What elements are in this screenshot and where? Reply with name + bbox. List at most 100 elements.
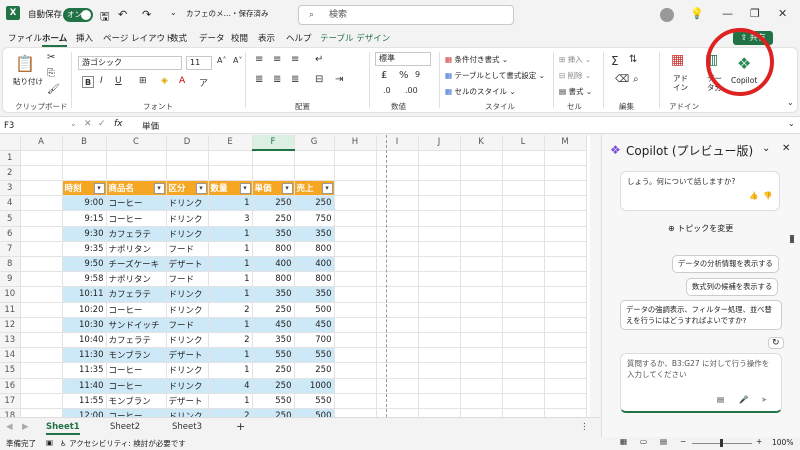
empty-cell[interactable] <box>502 210 545 227</box>
file-name[interactable]: カフェのメ…・保存済み <box>186 8 269 19</box>
table-header-cell[interactable]: 時刻 <box>62 180 107 197</box>
empty-cell[interactable] <box>460 317 503 333</box>
save-icon[interactable]: 🖫 <box>100 8 109 27</box>
insert-function-icon[interactable]: fx <box>114 119 123 129</box>
table-cell[interactable]: 750 <box>294 210 335 227</box>
fill-color-icon[interactable]: ◈ <box>161 76 168 86</box>
table-cell[interactable]: 1 <box>208 362 253 379</box>
empty-cell[interactable] <box>544 180 587 197</box>
empty-cell[interactable] <box>376 302 419 318</box>
empty-cell[interactable] <box>460 226 503 242</box>
pane-options-icon[interactable]: ⌄ <box>762 143 770 154</box>
empty-cell[interactable] <box>334 150 377 166</box>
table-cell[interactable]: 800 <box>294 241 335 258</box>
empty-cell[interactable] <box>460 165 503 182</box>
table-cell[interactable]: 550 <box>252 393 295 409</box>
table-cell[interactable]: 9:00 <box>62 195 107 212</box>
table-cell[interactable]: 1000 <box>294 378 335 394</box>
zoom-out-icon[interactable]: − <box>680 437 686 446</box>
empty-cell[interactable] <box>376 332 419 349</box>
table-cell[interactable]: チーズケーキ <box>106 256 167 273</box>
empty-cell[interactable] <box>544 150 587 166</box>
vertical-scrollbar[interactable] <box>590 135 600 417</box>
add-sheet-icon[interactable]: + <box>236 420 245 433</box>
table-cell[interactable]: 9:58 <box>62 271 107 288</box>
table-cell[interactable]: 250 <box>294 195 335 212</box>
empty-cell[interactable] <box>294 150 335 166</box>
macro-icon[interactable]: ▣ <box>46 438 53 447</box>
empty-cell[interactable] <box>460 332 503 349</box>
row-header[interactable]: 2 <box>0 165 21 182</box>
page-break-view-icon[interactable]: ▤ <box>660 437 667 446</box>
empty-cell[interactable] <box>460 302 503 318</box>
row-header[interactable]: 7 <box>0 241 21 258</box>
row-header[interactable]: 15 <box>0 362 21 379</box>
table-cell[interactable]: デザート <box>166 393 209 409</box>
search-box[interactable]: ⌕ 検索 <box>298 5 514 25</box>
enter-icon[interactable]: ✓ <box>98 119 106 129</box>
empty-cell[interactable] <box>252 150 295 166</box>
bold-icon[interactable]: B <box>82 76 94 88</box>
clear-icon[interactable]: ⌫ <box>615 74 629 85</box>
ribbon-collapse-icon[interactable]: ⌄ <box>787 98 794 107</box>
empty-cell[interactable] <box>418 210 461 227</box>
row-header[interactable]: 14 <box>0 347 21 364</box>
column-header[interactable]: L <box>502 135 545 151</box>
empty-cell[interactable] <box>418 241 461 258</box>
empty-cell[interactable] <box>460 286 503 303</box>
table-cell[interactable]: 10:40 <box>62 332 107 349</box>
row-header[interactable]: 6 <box>0 226 21 242</box>
table-cell[interactable]: ドリンク <box>166 408 209 417</box>
font-size-select[interactable]: 11 <box>186 56 212 70</box>
column-header[interactable]: G <box>294 135 335 151</box>
column-header[interactable]: J <box>418 135 461 151</box>
redo-icon[interactable]: ↷ <box>142 8 151 21</box>
table-cell[interactable]: 9:15 <box>62 210 107 227</box>
empty-cell[interactable] <box>20 180 63 197</box>
empty-cell[interactable] <box>460 378 503 394</box>
cell-styles-button[interactable]: ▦ セルのスタイル ⌄ <box>445 86 516 97</box>
empty-cell[interactable] <box>106 165 167 182</box>
empty-cell[interactable] <box>20 317 63 333</box>
empty-cell[interactable] <box>502 226 545 242</box>
empty-cell[interactable] <box>376 256 419 273</box>
empty-cell[interactable] <box>20 378 63 394</box>
empty-cell[interactable] <box>544 241 587 258</box>
empty-cell[interactable] <box>208 165 253 182</box>
empty-cell[interactable] <box>460 256 503 273</box>
empty-cell[interactable] <box>20 286 63 303</box>
wrap-text-icon[interactable]: ↵ <box>315 54 323 65</box>
table-cell[interactable]: フード <box>166 271 209 288</box>
empty-cell[interactable] <box>502 165 545 182</box>
empty-cell[interactable] <box>544 362 587 379</box>
row-header[interactable]: 5 <box>0 210 21 227</box>
empty-cell[interactable] <box>502 180 545 197</box>
table-cell[interactable]: ドリンク <box>166 362 209 379</box>
empty-cell[interactable] <box>376 210 419 227</box>
table-cell[interactable]: 350 <box>294 226 335 242</box>
empty-cell[interactable] <box>376 271 419 288</box>
tab-table-design[interactable]: テーブル デザイン <box>320 32 390 44</box>
delete-cells-button[interactable]: ⊟ 削除 ⌄ <box>559 70 591 81</box>
prev-sheet-icon[interactable]: ◀ <box>6 422 13 432</box>
table-cell[interactable]: 500 <box>294 302 335 318</box>
table-cell[interactable]: 350 <box>252 226 295 242</box>
empty-cell[interactable] <box>544 286 587 303</box>
row-header[interactable]: 4 <box>0 195 21 212</box>
empty-cell[interactable] <box>20 408 63 417</box>
table-cell[interactable]: 250 <box>252 210 295 227</box>
row-header[interactable]: 18 <box>0 408 21 417</box>
empty-cell[interactable] <box>20 165 63 182</box>
table-cell[interactable]: 350 <box>252 286 295 303</box>
tab-formulas[interactable]: 数式 <box>170 32 187 44</box>
table-cell[interactable]: カフェラテ <box>106 286 167 303</box>
table-cell[interactable]: 1 <box>208 347 253 364</box>
table-cell[interactable]: 1 <box>208 317 253 333</box>
empty-cell[interactable] <box>544 302 587 318</box>
zoom-in-icon[interactable]: + <box>756 437 762 446</box>
sheet-tab-2[interactable]: Sheet2 <box>110 422 140 432</box>
row-header[interactable]: 12 <box>0 317 21 333</box>
refresh-suggestions-icon[interactable]: ↻ <box>768 337 784 349</box>
empty-cell[interactable] <box>334 302 377 318</box>
empty-cell[interactable] <box>334 408 377 417</box>
